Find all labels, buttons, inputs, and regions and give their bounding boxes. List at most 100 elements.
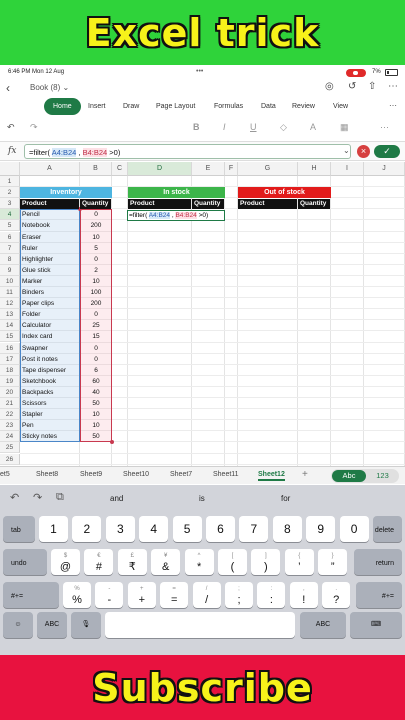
sheet-tab[interactable]: Sheet11 <box>213 471 239 478</box>
product-cell[interactable]: Stapler <box>20 409 80 420</box>
multitask-dots-icon[interactable]: ••• <box>196 68 203 75</box>
undo-icon[interactable]: ↶ <box>7 122 15 133</box>
in-stock-title[interactable]: In stock <box>128 187 225 199</box>
quantity-cell[interactable]: 6 <box>80 365 112 376</box>
product-cell[interactable]: Tape dispenser <box>20 365 80 376</box>
tab-page-layout[interactable]: Page Layout <box>148 100 203 113</box>
tab-key[interactable]: tab <box>3 516 35 542</box>
digit-key[interactable]: 1 <box>39 516 68 542</box>
sheet-tab[interactable]: Sheet8 <box>36 471 58 478</box>
quantity-cell[interactable]: 50 <box>80 431 112 442</box>
suggestion[interactable]: is <box>199 494 205 503</box>
tab-home[interactable]: Home <box>44 98 81 115</box>
product-cell[interactable]: Eraser <box>20 232 80 243</box>
product-cell[interactable]: Index card <box>20 331 80 342</box>
row-header[interactable]: 15 <box>0 331 20 343</box>
suggestion[interactable]: and <box>110 494 123 503</box>
cancel-formula-button[interactable]: × <box>357 145 370 158</box>
symbol-key[interactable]: [( <box>218 549 247 575</box>
abc-key[interactable]: ABC <box>300 612 346 638</box>
row-header[interactable]: 10 <box>0 275 20 287</box>
row-header[interactable]: 26 <box>0 453 20 465</box>
digit-key[interactable]: 6 <box>206 516 235 542</box>
column-header[interactable]: G <box>238 162 298 176</box>
symbol-key[interactable]: £ ₹ <box>117 549 147 575</box>
symbol-key[interactable]: ,! <box>289 582 318 608</box>
quantity-cell[interactable]: 10 <box>80 276 112 287</box>
symbol-key[interactable]: -- <box>95 582 124 608</box>
italic-icon[interactable]: I <box>223 122 226 132</box>
sheet-tab[interactable]: Sheet9 <box>80 471 102 478</box>
clipboard-icon[interactable]: ⧉ <box>56 491 64 504</box>
quantity-cell[interactable]: 100 <box>80 287 112 298</box>
tab-insert[interactable]: Insert <box>80 100 114 113</box>
suggestion[interactable]: for <box>281 494 290 503</box>
undo-icon[interactable]: ↶ <box>10 491 19 504</box>
quantity-cell[interactable]: 0 <box>80 254 112 265</box>
row-header[interactable]: 11 <box>0 287 20 299</box>
product-cell[interactable]: Sketchbook <box>20 376 80 387</box>
symbol-key[interactable]: .? <box>322 582 351 608</box>
column-header[interactable]: I <box>331 162 364 176</box>
more-options-icon[interactable]: ⋯ <box>388 81 398 92</box>
symbol-key[interactable]: }” <box>318 549 348 575</box>
quantity-cell[interactable]: 40 <box>80 387 112 398</box>
delete-key[interactable]: delete <box>373 516 402 542</box>
quantity-cell[interactable]: 10 <box>80 232 112 243</box>
symbol-key[interactable]: ¥ & <box>151 549 181 575</box>
quantity-cell[interactable]: 5 <box>80 243 112 254</box>
sheet-tab[interactable]: Sheet7 <box>170 471 192 478</box>
digit-key[interactable]: 4 <box>139 516 169 542</box>
row-header[interactable]: 16 <box>0 342 20 354</box>
symbol-key[interactable]: $ @ <box>51 549 80 575</box>
symbol-key[interactable]: € # <box>84 549 114 575</box>
product-cell[interactable]: Notebook <box>20 220 80 231</box>
quantity-cell[interactable]: 25 <box>80 320 112 331</box>
row-header[interactable]: 8 <box>0 253 20 265</box>
abc-key[interactable]: ABC <box>37 612 67 638</box>
row-header[interactable]: 13 <box>0 309 20 321</box>
digit-key[interactable]: 2 <box>72 516 102 542</box>
ribbon-more-icon[interactable]: ⋯ <box>389 101 397 110</box>
quantity-cell[interactable]: 0 <box>80 343 112 354</box>
digit-key[interactable]: 3 <box>105 516 135 542</box>
add-sheet-icon[interactable]: + <box>302 469 308 480</box>
digit-key[interactable]: 7 <box>239 516 269 542</box>
column-label[interactable]: Quantity <box>80 198 111 209</box>
quantity-cell[interactable]: 0 <box>80 354 112 365</box>
product-cell[interactable]: Binders <box>20 287 80 298</box>
symbols-shift-key[interactable]: #+= <box>3 582 59 608</box>
sheet-tab[interactable]: et5 <box>0 471 10 478</box>
symbols-shift-key[interactable]: #+= <box>356 582 402 608</box>
row-header[interactable]: 1 <box>0 176 20 188</box>
back-chevron-icon[interactable]: ‹ <box>6 81 10 95</box>
column-label[interactable]: Quantity <box>192 198 224 209</box>
tab-view[interactable]: View <box>325 100 356 113</box>
copilot-icon[interactable]: ◎ <box>325 81 334 92</box>
symbol-key[interactable]: + + <box>127 582 156 608</box>
digit-key[interactable]: 9 <box>306 516 336 542</box>
more-icon[interactable]: ⋯ <box>380 122 389 133</box>
product-cell[interactable]: Folder <box>20 309 80 320</box>
numeric-mode[interactable]: 123 <box>367 470 398 482</box>
font-color-icon[interactable]: A <box>310 122 316 132</box>
chevron-down-icon[interactable]: ⌄ <box>343 146 350 155</box>
product-cell[interactable]: Pencil <box>20 209 80 220</box>
tab-draw[interactable]: Draw <box>115 100 147 113</box>
row-header[interactable]: 7 <box>0 242 20 254</box>
product-cell[interactable]: Ruler <box>20 243 80 254</box>
column-header[interactable]: C <box>112 162 128 176</box>
product-cell[interactable]: Calculator <box>20 320 80 331</box>
space-key[interactable] <box>105 612 295 638</box>
row-header[interactable]: 21 <box>0 398 20 410</box>
row-header[interactable]: 20 <box>0 386 20 398</box>
row-header[interactable]: 4 <box>0 209 20 221</box>
underline-icon[interactable]: U <box>250 122 257 132</box>
quantity-cell[interactable]: 50 <box>80 398 112 409</box>
column-label[interactable]: Product <box>128 198 191 209</box>
tab-review[interactable]: Review <box>284 100 323 113</box>
digit-key[interactable]: 0 <box>339 516 369 542</box>
symbol-key[interactable]: :: <box>257 582 286 608</box>
tab-formulas[interactable]: Formulas <box>206 100 251 113</box>
column-header[interactable]: H <box>298 162 331 176</box>
